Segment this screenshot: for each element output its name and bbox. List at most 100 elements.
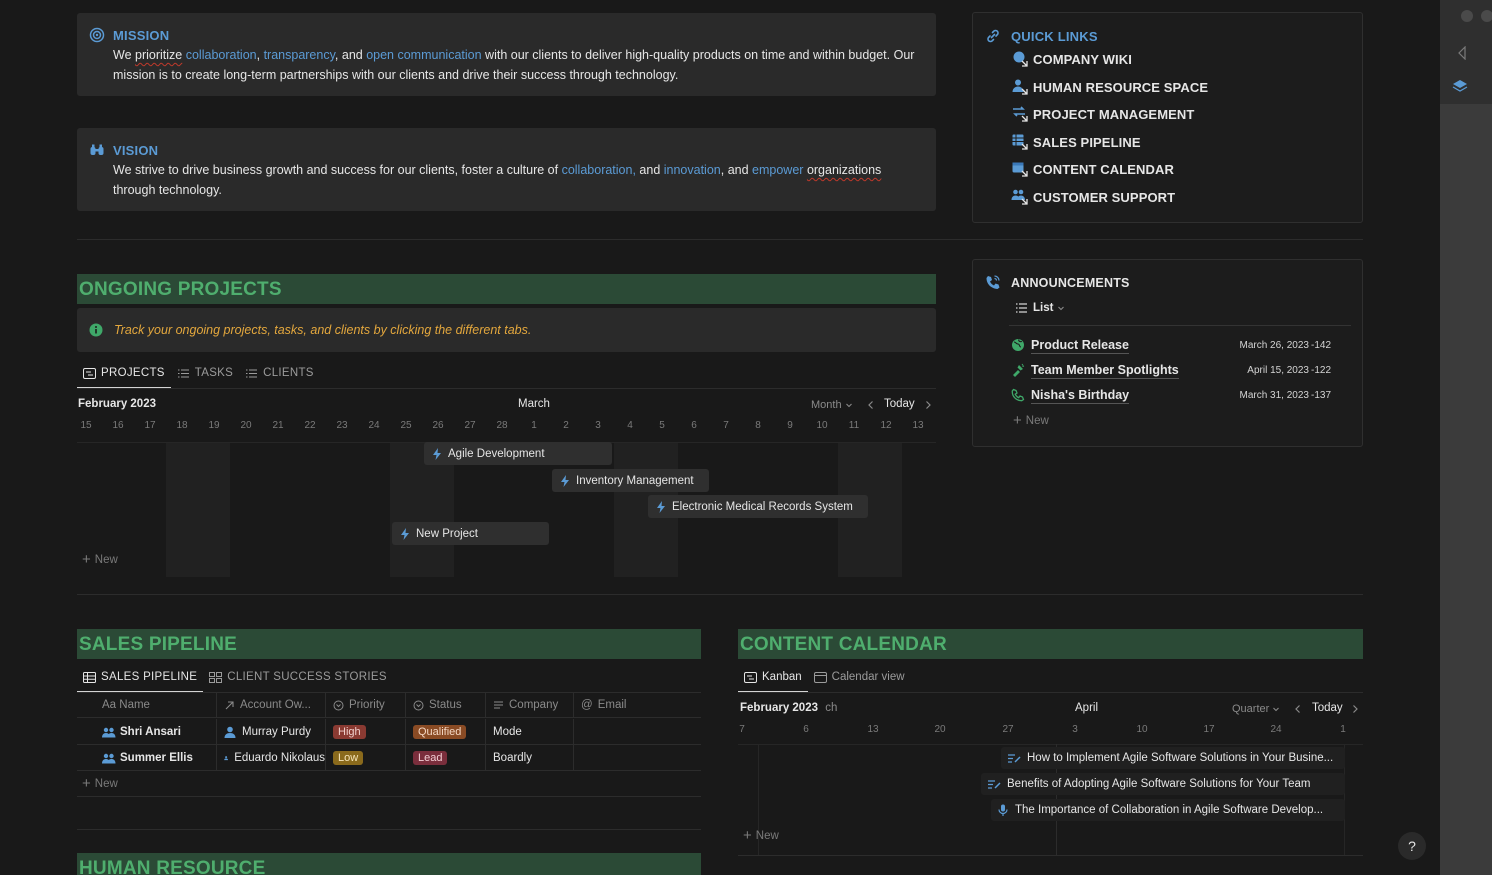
timeline-day: 17 xyxy=(144,420,156,431)
tab-kanban[interactable]: Kanban xyxy=(738,663,808,693)
sales-tabs: SALES PIPELINE CLIENT SUCCESS STORIES xyxy=(77,663,393,693)
flashlight-icon xyxy=(1013,363,1025,377)
chevron-right-icon[interactable] xyxy=(1351,704,1359,714)
status-tag: Qualified xyxy=(413,725,467,739)
link-empower[interactable]: empower xyxy=(752,163,803,177)
timeline-day: 23 xyxy=(336,420,348,431)
timeline-day: 24 xyxy=(368,420,380,431)
select-icon xyxy=(333,700,344,710)
projects-tabs: PROJECTS TASKS CLIENTS xyxy=(77,359,320,389)
quick-link-company-wiki[interactable]: COMPANY WIKI xyxy=(1011,49,1132,69)
sales-new-button[interactable]: + New xyxy=(82,775,118,792)
content-timeline: February 2023 ch April Quarter Today 7 6… xyxy=(738,692,1363,856)
timeline-scale-select[interactable]: Month xyxy=(811,399,854,411)
column-header-name[interactable]: Aa Name xyxy=(77,692,217,718)
timeline-day: 9 xyxy=(787,420,793,431)
quick-links-panel: QUICK LINKS COMPANY WIKI HUMAN RESOURCE … xyxy=(972,12,1363,223)
timeline-bar-electronic-medical-records[interactable]: Electronic Medical Records System xyxy=(648,495,868,518)
timeline-new-button[interactable]: + New xyxy=(82,551,118,568)
timeline-day: 13 xyxy=(912,420,924,431)
help-button[interactable]: ? xyxy=(1398,832,1426,860)
ongoing-projects-hint: Track your ongoing projects, tasks, and … xyxy=(114,323,532,337)
vision-title: VISION xyxy=(113,143,159,158)
quick-link-content-calendar[interactable]: CONTENT CALENDAR xyxy=(1011,159,1174,179)
back-triangle-icon[interactable] xyxy=(1457,46,1467,60)
table-row[interactable]: Summer Ellis Eduardo Nikolaus Low Lead B… xyxy=(77,745,701,771)
timeline-bar-agile-development[interactable]: Agile Development xyxy=(424,442,612,465)
plus-icon: + xyxy=(82,551,91,568)
chevron-right-icon[interactable] xyxy=(924,400,932,410)
timeline-day: 17 xyxy=(1203,724,1215,735)
announcement-row[interactable]: Nisha's Birthday March 31, 2023 -137 xyxy=(1011,383,1351,407)
quick-link-human-resource-space[interactable]: HUMAN RESOURCE SPACE xyxy=(1011,77,1208,97)
content-month-center: April xyxy=(1075,702,1099,714)
sales-table: Aa Name Account Ow... Priority Status Co… xyxy=(77,692,701,797)
timeline-today-button[interactable]: Today xyxy=(884,398,915,410)
plus-icon: + xyxy=(743,827,752,844)
quick-link-project-management[interactable]: PROJECT MANAGEMENT xyxy=(1011,104,1194,124)
column-header-company[interactable]: Company xyxy=(486,692,574,718)
list-icon xyxy=(1016,303,1027,313)
chevron-down-icon xyxy=(1058,306,1065,311)
column-header-priority[interactable]: Priority xyxy=(326,692,406,718)
timeline-day: 1 xyxy=(1340,724,1346,735)
announcement-row[interactable]: Product Release March 26, 2023 -142 xyxy=(1011,333,1351,357)
binoculars-icon xyxy=(90,144,104,155)
timeline-day: 25 xyxy=(400,420,412,431)
timeline-day: 26 xyxy=(432,420,444,431)
timeline-bar-inventory-management[interactable]: Inventory Management xyxy=(552,469,709,492)
timeline-bar-new-project[interactable]: New Project xyxy=(392,522,549,545)
content-item[interactable]: Benefits of Adopting Agile Software Solu… xyxy=(981,773,1345,795)
info-icon xyxy=(89,323,103,337)
column-header-status[interactable]: Status xyxy=(406,692,486,718)
content-item[interactable]: How to Implement Agile Software Solution… xyxy=(1001,747,1345,769)
announcement-row[interactable]: Team Member Spotlights April 15, 2023 -1… xyxy=(1011,358,1351,382)
content-new-button[interactable]: + New xyxy=(743,827,779,844)
side-window-peek xyxy=(1440,0,1492,875)
column-header-email[interactable]: @ Email xyxy=(574,692,701,718)
timeline-day: 18 xyxy=(176,420,188,431)
tab-clients[interactable]: CLIENTS xyxy=(239,359,320,387)
tab-calendar-view[interactable]: Calendar view xyxy=(808,663,911,691)
view-selector-list[interactable]: List xyxy=(1015,302,1066,314)
globe-icon xyxy=(1012,339,1024,351)
column-header-account-owner[interactable]: Account Ow... xyxy=(217,692,326,718)
tab-sales-pipeline[interactable]: SALES PIPELINE xyxy=(77,663,204,693)
sales-pipeline-title: SALES PIPELINE xyxy=(79,634,238,655)
quick-link-customer-support[interactable]: CUSTOMER SUPPORT xyxy=(1011,187,1175,207)
tab-client-success-stories[interactable]: CLIENT SUCCESS STORIES xyxy=(203,663,393,691)
timeline-icon xyxy=(83,367,96,379)
timeline-day: 28 xyxy=(496,420,508,431)
timeline-day: 1 xyxy=(531,420,537,431)
list-icon xyxy=(246,368,258,378)
link-open-communication[interactable]: open communication xyxy=(366,48,481,62)
link-innovation[interactable]: innovation xyxy=(664,163,721,177)
timeline-day: 3 xyxy=(1072,724,1078,735)
edit-list-icon xyxy=(1008,753,1021,763)
human-resource-title: HUMAN RESOURCE xyxy=(79,858,266,875)
tab-tasks[interactable]: TASKS xyxy=(171,359,239,387)
quick-link-sales-pipeline[interactable]: SALES PIPELINE xyxy=(1011,132,1141,152)
window-dot xyxy=(1461,10,1473,22)
content-scale-select[interactable]: Quarter xyxy=(1232,703,1281,715)
timeline-day: 27 xyxy=(1002,724,1014,735)
table-row[interactable]: Shri Ansari Murray Purdy High Qualified … xyxy=(77,719,701,745)
chevron-left-icon[interactable] xyxy=(867,400,875,410)
status-tag: Lead xyxy=(413,751,448,765)
link-transparency[interactable]: transparency xyxy=(264,48,335,62)
link-icon xyxy=(987,29,999,43)
arrow-up-right-icon xyxy=(225,700,234,709)
tab-projects[interactable]: PROJECTS xyxy=(77,359,171,389)
content-item[interactable]: The Importance of Collaboration in Agile… xyxy=(991,799,1345,821)
lightning-icon xyxy=(561,474,569,487)
content-today-button[interactable]: Today xyxy=(1312,702,1343,714)
link-collaboration-2[interactable]: collaboration, xyxy=(562,163,636,177)
lightning-icon xyxy=(433,447,441,460)
timeline-day: 27 xyxy=(464,420,476,431)
sales-pipeline-header: SALES PIPELINE xyxy=(77,629,701,659)
link-collaboration[interactable]: collaboration xyxy=(186,48,257,62)
timeline-day: 11 xyxy=(848,420,860,431)
chevron-left-icon[interactable] xyxy=(1294,704,1302,714)
timeline-month-left: February 2023 xyxy=(78,398,156,410)
announcements-new-button[interactable]: + New xyxy=(1013,412,1049,429)
